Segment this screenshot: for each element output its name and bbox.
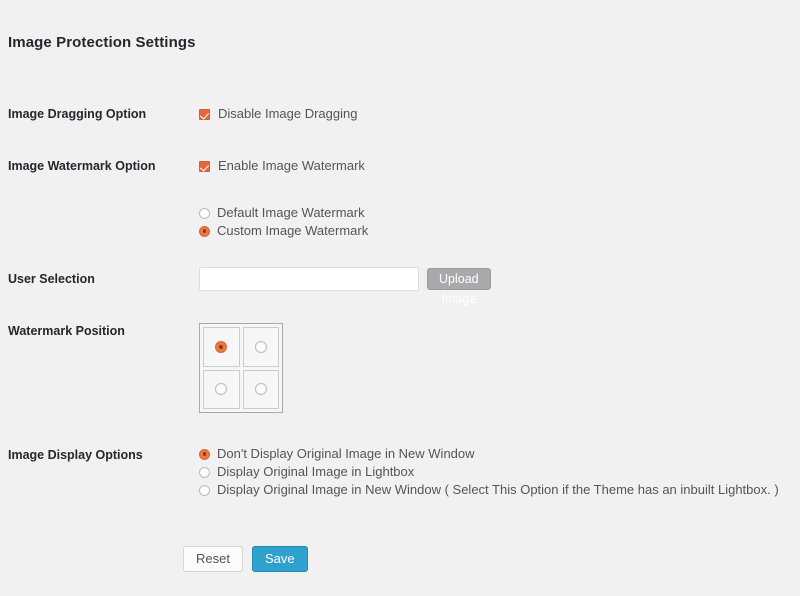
radio-custom-image-watermark[interactable]: Custom Image Watermark bbox=[199, 222, 368, 240]
radio-unselected-icon[interactable] bbox=[254, 383, 267, 396]
checkbox-checked-icon[interactable] bbox=[199, 108, 210, 120]
label-image-watermark-option: Image Watermark Option bbox=[8, 159, 156, 173]
radio-label-custom-image-watermark: Custom Image Watermark bbox=[217, 223, 369, 238]
checkbox-label-disable-image-dragging: Disable Image Dragging bbox=[218, 106, 358, 121]
watermark-image-input[interactable] bbox=[199, 267, 419, 291]
field-image-watermark-option: Enable Image Watermark bbox=[199, 158, 365, 174]
radio-label-display-original-image-new-window: Display Original Image in New Window ( S… bbox=[217, 482, 779, 497]
radio-display-original-image-lightbox[interactable]: Display Original Image in Lightbox bbox=[199, 463, 779, 481]
field-watermark-type-options: Default Image Watermark Custom Image Wat… bbox=[199, 204, 368, 240]
reset-button[interactable]: Reset bbox=[183, 546, 243, 572]
label-user-selection: User Selection bbox=[8, 272, 95, 286]
watermark-position-grid bbox=[199, 323, 283, 413]
radio-label-display-original-image-lightbox: Display Original Image in Lightbox bbox=[217, 464, 415, 479]
radio-selected-icon[interactable] bbox=[199, 448, 210, 460]
radio-unselected-icon[interactable] bbox=[199, 466, 210, 478]
radio-unselected-icon[interactable] bbox=[199, 207, 210, 219]
field-image-display-options: Don't Display Original Image in New Wind… bbox=[199, 445, 779, 499]
label-image-display-options: Image Display Options bbox=[8, 448, 143, 462]
upload-image-button[interactable]: Upload Image bbox=[427, 268, 491, 306]
radio-dont-display-original-image-new-window[interactable]: Don't Display Original Image in New Wind… bbox=[199, 445, 779, 463]
radio-unselected-icon[interactable] bbox=[254, 340, 267, 353]
radio-label-dont-display-original-image-new-window: Don't Display Original Image in New Wind… bbox=[217, 446, 475, 461]
radio-display-original-image-new-window[interactable]: Display Original Image in New Window ( S… bbox=[199, 481, 779, 499]
label-image-dragging-option: Image Dragging Option bbox=[8, 107, 147, 121]
radio-label-default-image-watermark: Default Image Watermark bbox=[217, 205, 365, 220]
checkbox-enable-image-watermark[interactable]: Enable Image Watermark bbox=[199, 158, 365, 174]
radio-unselected-icon[interactable] bbox=[215, 383, 228, 396]
checkbox-disable-image-dragging[interactable]: Disable Image Dragging bbox=[199, 106, 357, 122]
position-cell-top-right[interactable] bbox=[242, 327, 279, 367]
form-action-buttons: Reset Save bbox=[183, 546, 308, 572]
page-title: Image Protection Settings bbox=[8, 34, 196, 52]
radio-unselected-icon[interactable] bbox=[199, 484, 210, 496]
position-cell-bottom-right[interactable] bbox=[242, 369, 279, 409]
position-cell-bottom-left[interactable] bbox=[203, 369, 240, 409]
label-watermark-position: Watermark Position bbox=[8, 324, 125, 338]
checkbox-label-enable-image-watermark: Enable Image Watermark bbox=[218, 158, 365, 173]
position-cell-top-left[interactable] bbox=[203, 327, 240, 367]
radio-selected-icon[interactable] bbox=[199, 225, 210, 237]
radio-default-image-watermark[interactable]: Default Image Watermark bbox=[199, 204, 368, 222]
checkbox-checked-icon[interactable] bbox=[199, 160, 210, 172]
save-button[interactable]: Save bbox=[251, 546, 308, 572]
radio-selected-icon[interactable] bbox=[215, 340, 228, 353]
field-image-dragging-option: Disable Image Dragging bbox=[199, 106, 357, 122]
